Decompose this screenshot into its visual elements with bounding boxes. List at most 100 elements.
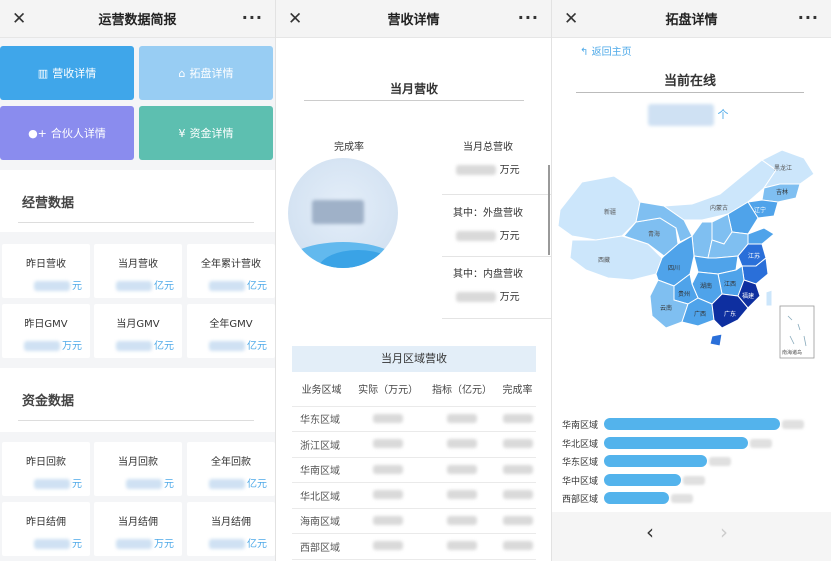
business-section-header: 经营数据 (0, 170, 275, 232)
region-revenue-table: 当月区域营收 业务区域 实际（万元） 指标（亿元） 完成率 华东区域 浙江区域 华南… (292, 346, 536, 561)
blurred-value (502, 490, 533, 500)
close-icon[interactable]: ✕ (564, 9, 578, 29)
users-icon: ●+ (28, 126, 47, 140)
blurred-value (126, 479, 162, 489)
bar-label: 华北区域 (562, 439, 599, 450)
bar-chart-icon: ▥ (37, 66, 49, 80)
bar-value (782, 420, 804, 429)
blurred-cell (351, 406, 426, 432)
metric-label: 昨日GMV (24, 319, 68, 330)
more-icon[interactable]: ··· (518, 8, 539, 27)
column-header: 指标（亿元） (425, 372, 500, 407)
divider (18, 222, 254, 223)
metric-card[interactable]: 昨日GMV 万元 (2, 304, 90, 358)
internal-revenue-item: 其中：内盘营收 万元 (426, 265, 550, 303)
metric-label: 全年累计营收 (201, 259, 261, 270)
blurred-cell (499, 508, 536, 534)
blurred-value (447, 413, 478, 423)
metric-card[interactable]: 全年累计营收 亿元 (187, 244, 275, 298)
more-icon[interactable]: ··· (798, 8, 819, 27)
metric-value: 元 (34, 475, 82, 490)
funds-detail-button[interactable]: ¥ 资金详情 (139, 106, 273, 160)
map-label: 云南 (660, 304, 672, 312)
blurred-value (502, 413, 533, 423)
back-label: 返回主页 (591, 47, 632, 58)
chevron-left-icon[interactable]: ‹ (646, 520, 654, 544)
metric-card[interactable]: 当月营收 亿元 (94, 244, 182, 298)
map-label: 四川 (668, 265, 680, 272)
online-title: 当前在线 (663, 74, 716, 89)
blurred-cell (425, 457, 500, 483)
map-label: 贵州 (678, 290, 690, 298)
blurred-cell (425, 482, 500, 509)
blurred-value (373, 515, 404, 525)
revenue-detail-button[interactable]: ▥ 营收详情 (0, 46, 134, 100)
unit: 个 (717, 108, 729, 121)
funds-section-header: 资金数据 (0, 368, 275, 432)
unit: 亿元 (154, 341, 174, 352)
metric-card[interactable]: 昨日营收元 (2, 244, 90, 298)
metric-card[interactable]: 全年GMV 亿元 (187, 304, 275, 358)
blurred-value (502, 439, 533, 449)
month-revenue-title: 当月营收 (389, 82, 438, 96)
metric-label: 昨日营收 (26, 259, 66, 270)
blurred-cell (499, 482, 536, 509)
metric-label: 昨日结佣 (26, 517, 66, 528)
blurred-value (209, 341, 245, 351)
blurred-value (34, 281, 70, 291)
total-revenue-item: 当月总营收 万元 (426, 138, 550, 176)
metric-card[interactable]: 当月GMV 亿元 (94, 304, 182, 358)
metric-value: 元 (34, 277, 82, 292)
map-label: 新疆 (604, 208, 616, 216)
metric-label: 当月结佣 (118, 517, 158, 528)
metric-label: 全年回款 (211, 457, 251, 468)
scrollbar[interactable] (548, 165, 550, 255)
page-title: 营收详情 (387, 13, 440, 28)
blurred-cell (351, 482, 426, 509)
unit: 亿元 (247, 341, 267, 352)
completion-rate-value (312, 200, 364, 224)
close-icon[interactable]: ✕ (288, 9, 302, 29)
metric-card[interactable]: 昨日结佣元 (2, 502, 90, 556)
metric-value: 亿元 (209, 337, 267, 352)
bank-icon: ⌂ (178, 66, 186, 80)
section-title: 经营数据 (22, 196, 75, 211)
metric-card[interactable]: 当月结佣 万元 (94, 502, 182, 556)
table-row[interactable]: 华南区域 (292, 457, 536, 483)
table-row[interactable]: 西部区域 (292, 533, 536, 560)
close-icon[interactable]: ✕ (12, 9, 26, 29)
revenue-detail-panel: ✕ 营收详情 ··· 当月营收 完成率 当月总营收 万元 其中：外盘营收 万元 … (276, 0, 552, 561)
tile-label: 合伙人详情 (50, 127, 106, 140)
province-hainan (709, 333, 723, 347)
bar-row: 华东区域 (552, 455, 831, 468)
unit: 元 (72, 539, 82, 550)
blurred-value (209, 539, 245, 549)
metric-card[interactable]: 当月结佣 亿元 (187, 502, 275, 556)
expansion-detail-button[interactable]: ⌂ 拓盘详情 (139, 46, 273, 100)
blurred-value (116, 281, 152, 291)
back-home-link[interactable]: ↰ 返回主页 (580, 43, 632, 58)
blurred-value (373, 541, 404, 551)
more-icon[interactable]: ··· (242, 8, 263, 27)
bar-value (750, 438, 772, 448)
partner-detail-button[interactable]: ●+ 合伙人详情 (0, 106, 134, 160)
unit: 亿元 (247, 539, 267, 550)
blurred-cell (425, 508, 500, 534)
chevron-right-icon[interactable]: › (720, 520, 728, 544)
table-row[interactable]: 华北区域 (292, 482, 536, 509)
column-header: 实际（万元） (351, 372, 426, 407)
table-row[interactable]: 海南区域 (292, 508, 536, 534)
unit: 元 (72, 281, 82, 292)
table-row[interactable]: 浙江区域 (292, 431, 536, 458)
region-name: 西部区域 (292, 533, 352, 560)
blurred-value (373, 490, 404, 500)
table-row[interactable]: 华东区域 (292, 406, 536, 432)
metric-card[interactable]: 全年回款 亿元 (187, 442, 275, 496)
province-shandong (747, 227, 775, 245)
page-title: 拓盘详情 (665, 13, 718, 28)
bar-value (709, 457, 731, 466)
item-label: 当月总营收 (463, 142, 513, 153)
metric-card[interactable]: 当月回款元 (94, 442, 182, 496)
section-title: 资金数据 (22, 394, 75, 409)
metric-card[interactable]: 昨日回款元 (2, 442, 90, 496)
